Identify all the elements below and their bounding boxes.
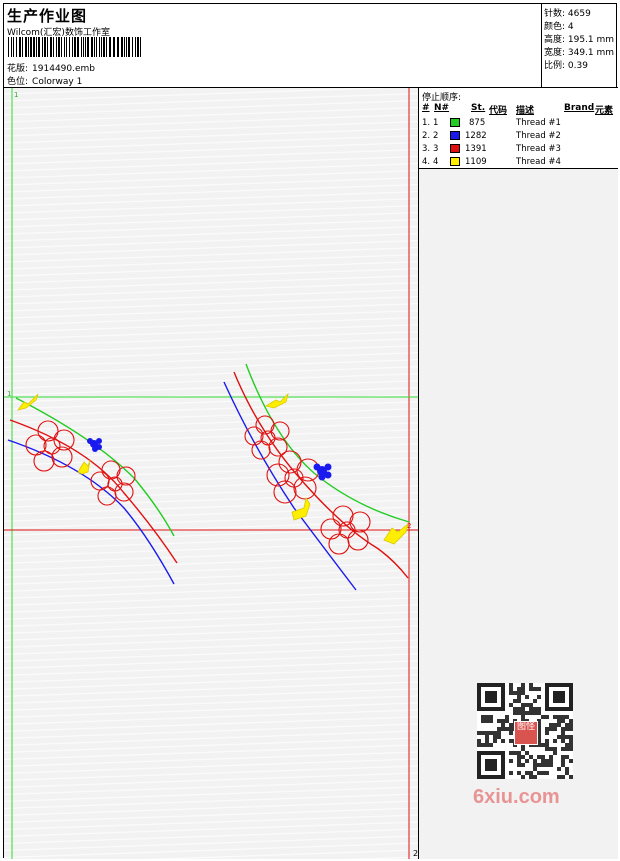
stop-sequence-title: 停止顺序: xyxy=(422,93,462,103)
design-canvas: 1 2 1 2 xyxy=(4,88,419,859)
marker-left-mid: 1 xyxy=(7,390,11,398)
row-index: 2. xyxy=(422,131,431,141)
thread-swatch xyxy=(450,118,460,127)
col-header-needle: N# xyxy=(434,103,450,113)
thread-row: 3. 3 1391 Thread #3 xyxy=(419,144,618,157)
thread-table: 停止顺序: # N# St. 代码 描述 Brand 元素 1. 1 875 T… xyxy=(419,88,618,169)
yellow-bud-right-3 xyxy=(383,522,409,545)
colorway-row: 色位: Colorway 1 xyxy=(7,74,82,87)
design-scale: 比例: 0.39 xyxy=(544,61,588,71)
qr-logo: 图怪 xyxy=(514,721,538,745)
row-needle: 4 xyxy=(433,157,439,167)
row-desc: Thread #4 xyxy=(516,157,561,167)
col-header-index: # xyxy=(422,103,430,113)
embroidery-preview: 1 2 1 2 xyxy=(4,88,418,859)
blue-blossom-left xyxy=(87,438,102,452)
motif-right xyxy=(223,363,410,591)
col-header-brand: Brand xyxy=(564,103,595,113)
col-header-st: St. xyxy=(471,103,486,113)
thread-row: 1. 1 875 Thread #1 xyxy=(419,118,618,131)
row-desc: Thread #1 xyxy=(516,118,561,128)
row-code: 1391 xyxy=(465,144,487,154)
row-needle: 3 xyxy=(433,144,439,154)
marker-top-left: 1 xyxy=(14,91,18,99)
row-code: 1109 xyxy=(465,157,487,167)
col-header-code: 代码 xyxy=(489,106,508,116)
barcode xyxy=(8,37,141,57)
color-count: 颜色: 4 xyxy=(544,22,574,32)
row-index: 4. xyxy=(422,157,431,167)
colorway-label: 色位: xyxy=(7,77,29,87)
thread-row: 2. 2 1282 Thread #2 xyxy=(419,131,618,144)
thread-swatch xyxy=(450,131,460,140)
design-stats: 针数: 4659 颜色: 4 高度: 195.1 mm 宽度: 349.1 mm… xyxy=(542,4,618,88)
yellow-bud-right-1 xyxy=(264,392,289,409)
row-desc: Thread #2 xyxy=(516,131,561,141)
marker-bottom-right: 2 xyxy=(413,849,418,858)
row-desc: Thread #3 xyxy=(516,144,561,154)
row-needle: 1 xyxy=(433,118,439,128)
header-info: 生产作业图 Wilcom(汇宏)数饰工作室 花版: 1914490.emb 色位:… xyxy=(4,4,542,88)
page-title: 生产作业图 xyxy=(7,7,88,25)
yellow-bud-left-2 xyxy=(77,459,91,475)
design-label: 花版: xyxy=(7,64,29,74)
col-header-element: 元素 xyxy=(595,106,614,116)
thread-row: 4. 4 1109 Thread #4 xyxy=(419,157,618,170)
row-needle: 2 xyxy=(433,131,439,141)
row-index: 3. xyxy=(422,144,431,154)
green-stem-left xyxy=(15,397,175,537)
design-width: 宽度: 349.1 mm xyxy=(544,48,615,58)
colorway-value: Colorway 1 xyxy=(32,77,83,87)
thread-swatch xyxy=(450,157,460,166)
stitch-count: 针数: 4659 xyxy=(544,9,591,19)
col-header-desc: 描述 xyxy=(516,106,535,116)
design-value: 1914490.emb xyxy=(32,64,96,74)
thread-swatch xyxy=(450,144,460,153)
motif-left xyxy=(7,393,178,585)
design-file-row: 花版: 1914490.emb xyxy=(7,61,95,74)
watermark-text: 6xiu.com xyxy=(473,786,560,808)
watermark: 图怪 6xiu.com xyxy=(467,678,583,810)
row-code: 875 xyxy=(469,118,486,128)
row-code: 1282 xyxy=(465,131,487,141)
row-index: 1. xyxy=(422,118,431,128)
design-height: 高度: 195.1 mm xyxy=(544,35,615,45)
